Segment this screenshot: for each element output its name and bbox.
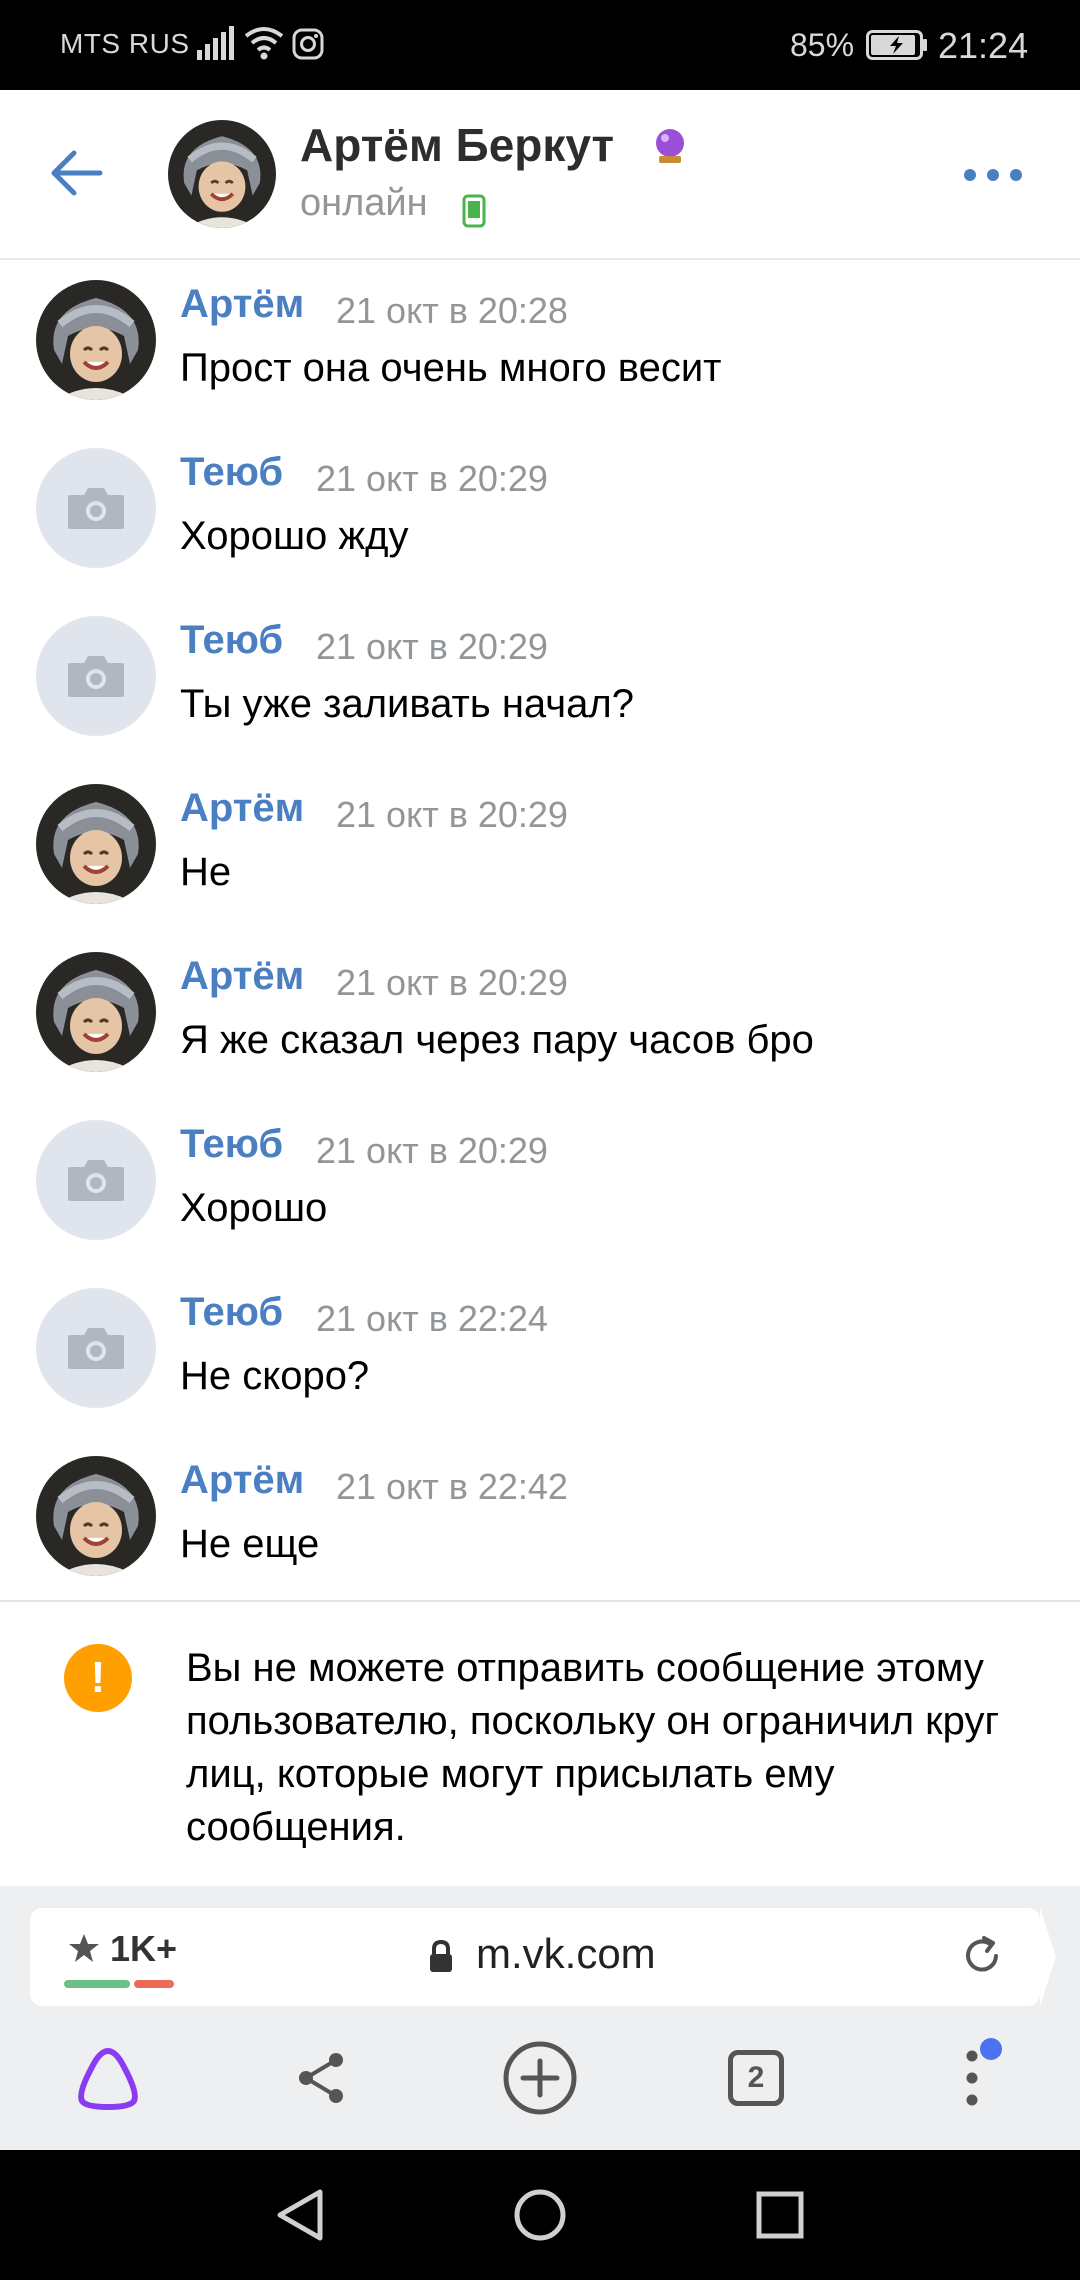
sender-avatar[interactable] xyxy=(36,616,156,736)
nav-recents-icon[interactable] xyxy=(745,2180,815,2250)
share-icon xyxy=(299,2053,343,2103)
message-text: Хорошо жду xyxy=(180,514,409,558)
sender-avatar[interactable] xyxy=(36,448,156,568)
message-author[interactable]: Теюб xyxy=(180,1122,283,1167)
status-clock: 21:24 xyxy=(938,25,1029,66)
message-item[interactable]: Артём 21 окт в 20:29 Не xyxy=(0,766,1080,934)
sender-avatar[interactable] xyxy=(36,280,156,400)
browser-bar: 1K+ m.vk.com 2 xyxy=(0,1886,1080,2150)
camera-icon xyxy=(68,656,124,697)
message-text: Не скоро? xyxy=(180,1354,370,1398)
new-tab-button[interactable] xyxy=(500,2038,580,2118)
message-author[interactable]: Артём xyxy=(180,282,304,327)
notification-dot xyxy=(980,2038,1002,2060)
back-arrow-icon[interactable] xyxy=(44,140,110,206)
message-text: Я же сказал через пару часов бро xyxy=(180,1018,814,1062)
camera-icon xyxy=(68,1328,124,1369)
share-button[interactable] xyxy=(282,2038,362,2118)
alice-assistant-button[interactable] xyxy=(68,2038,148,2118)
cannot-send-notice: ! Вы не можете отправить сообщение этому… xyxy=(0,1600,1080,1886)
sender-avatar[interactable] xyxy=(36,1120,156,1240)
instagram-icon xyxy=(292,28,324,60)
contact-name[interactable]: Артём Беркут xyxy=(300,118,614,172)
message-item[interactable]: Теюб 21 окт в 22:24 Не скоро? xyxy=(0,1270,1080,1438)
more-options-icon[interactable] xyxy=(960,160,1026,190)
avatar-photo xyxy=(36,280,156,400)
plus-circle-icon xyxy=(503,2041,577,2115)
message-item[interactable]: Артём 21 окт в 20:29 Я же сказал через п… xyxy=(0,934,1080,1102)
message-item[interactable]: Теюб 21 окт в 20:29 Хорошо xyxy=(0,1102,1080,1270)
avatar-photo xyxy=(36,784,156,904)
status-bar: MTS RUS 85% 21:24 xyxy=(0,0,1080,90)
message-time: 21 окт в 22:24 xyxy=(316,1298,548,1339)
alice-icon xyxy=(78,2047,138,2111)
sender-avatar[interactable] xyxy=(36,784,156,904)
message-item[interactable]: Артём 21 окт в 20:28 Прост она очень мно… xyxy=(0,262,1080,430)
site-rating[interactable]: 1K+ xyxy=(110,1928,177,1970)
wifi-icon xyxy=(244,27,284,60)
avatar-photo xyxy=(168,120,276,228)
url-text[interactable]: m.vk.com xyxy=(476,1930,656,1978)
message-time: 21 окт в 20:29 xyxy=(316,626,548,667)
message-author[interactable]: Теюб xyxy=(180,450,283,495)
message-text: Ты уже заливать начал? xyxy=(180,682,634,726)
reload-icon[interactable] xyxy=(960,1934,1004,1978)
camera-icon xyxy=(68,488,124,529)
notice-text: Вы не можете отправить сообщение этому п… xyxy=(186,1646,1000,1849)
warning-icon: ! xyxy=(64,1644,132,1712)
vertical-dots-icon xyxy=(966,2050,978,2106)
sender-avatar[interactable] xyxy=(36,1288,156,1408)
address-bar[interactable]: 1K+ m.vk.com xyxy=(30,1908,1056,2006)
star-icon xyxy=(69,1934,99,1962)
rating-negative-bar xyxy=(134,1980,174,1988)
message-text: Хорошо xyxy=(180,1186,328,1230)
chat-header: Артём Беркут онлайн xyxy=(0,90,1080,260)
message-author[interactable]: Теюб xyxy=(180,618,283,663)
rating-positive-bar xyxy=(64,1980,130,1988)
message-text: Прост она очень много весит xyxy=(180,346,722,390)
avatar-photo xyxy=(36,1456,156,1576)
message-time: 21 окт в 20:29 xyxy=(316,458,548,499)
battery-icon xyxy=(866,30,927,60)
signal-icon xyxy=(197,26,234,60)
message-item[interactable]: Теюб 21 окт в 20:29 Хорошо жду xyxy=(0,430,1080,598)
tabs-button[interactable]: 2 xyxy=(716,2038,796,2118)
system-nav-bar xyxy=(0,2150,1080,2280)
message-time: 21 окт в 20:29 xyxy=(336,962,568,1003)
address-bar-tip xyxy=(1040,1908,1056,2006)
online-status: онлайн xyxy=(300,182,428,224)
lock-icon xyxy=(430,1940,452,1972)
message-author[interactable]: Артём xyxy=(180,1458,304,1503)
camera-icon xyxy=(68,1160,124,1201)
avatar-photo xyxy=(36,952,156,1072)
tabs-count: 2 xyxy=(728,2050,784,2106)
message-item[interactable]: Теюб 21 окт в 20:29 Ты уже заливать нача… xyxy=(0,598,1080,766)
message-time: 21 окт в 20:29 xyxy=(336,794,568,835)
carrier-label: MTS RUS xyxy=(60,28,190,59)
sender-avatar[interactable] xyxy=(36,1456,156,1576)
message-item[interactable]: Артём 21 окт в 22:42 Не еще xyxy=(0,1438,1080,1606)
message-author[interactable]: Артём xyxy=(180,954,304,999)
message-author[interactable]: Артём xyxy=(180,786,304,831)
header-avatar[interactable] xyxy=(168,120,276,228)
sender-avatar[interactable] xyxy=(36,952,156,1072)
message-time: 21 окт в 22:42 xyxy=(336,1466,568,1507)
message-text: Не еще xyxy=(180,1522,320,1566)
message-text: Не xyxy=(180,850,232,894)
battery-percent: 85% xyxy=(790,27,855,63)
message-time: 21 окт в 20:28 xyxy=(336,290,568,331)
message-author[interactable]: Теюб xyxy=(180,1290,283,1335)
nav-home-icon[interactable] xyxy=(505,2180,575,2250)
message-time: 21 окт в 20:29 xyxy=(316,1130,548,1171)
mobile-online-icon xyxy=(462,194,486,228)
crystal-ball-icon xyxy=(656,129,684,163)
nav-back-icon[interactable] xyxy=(266,2180,336,2250)
